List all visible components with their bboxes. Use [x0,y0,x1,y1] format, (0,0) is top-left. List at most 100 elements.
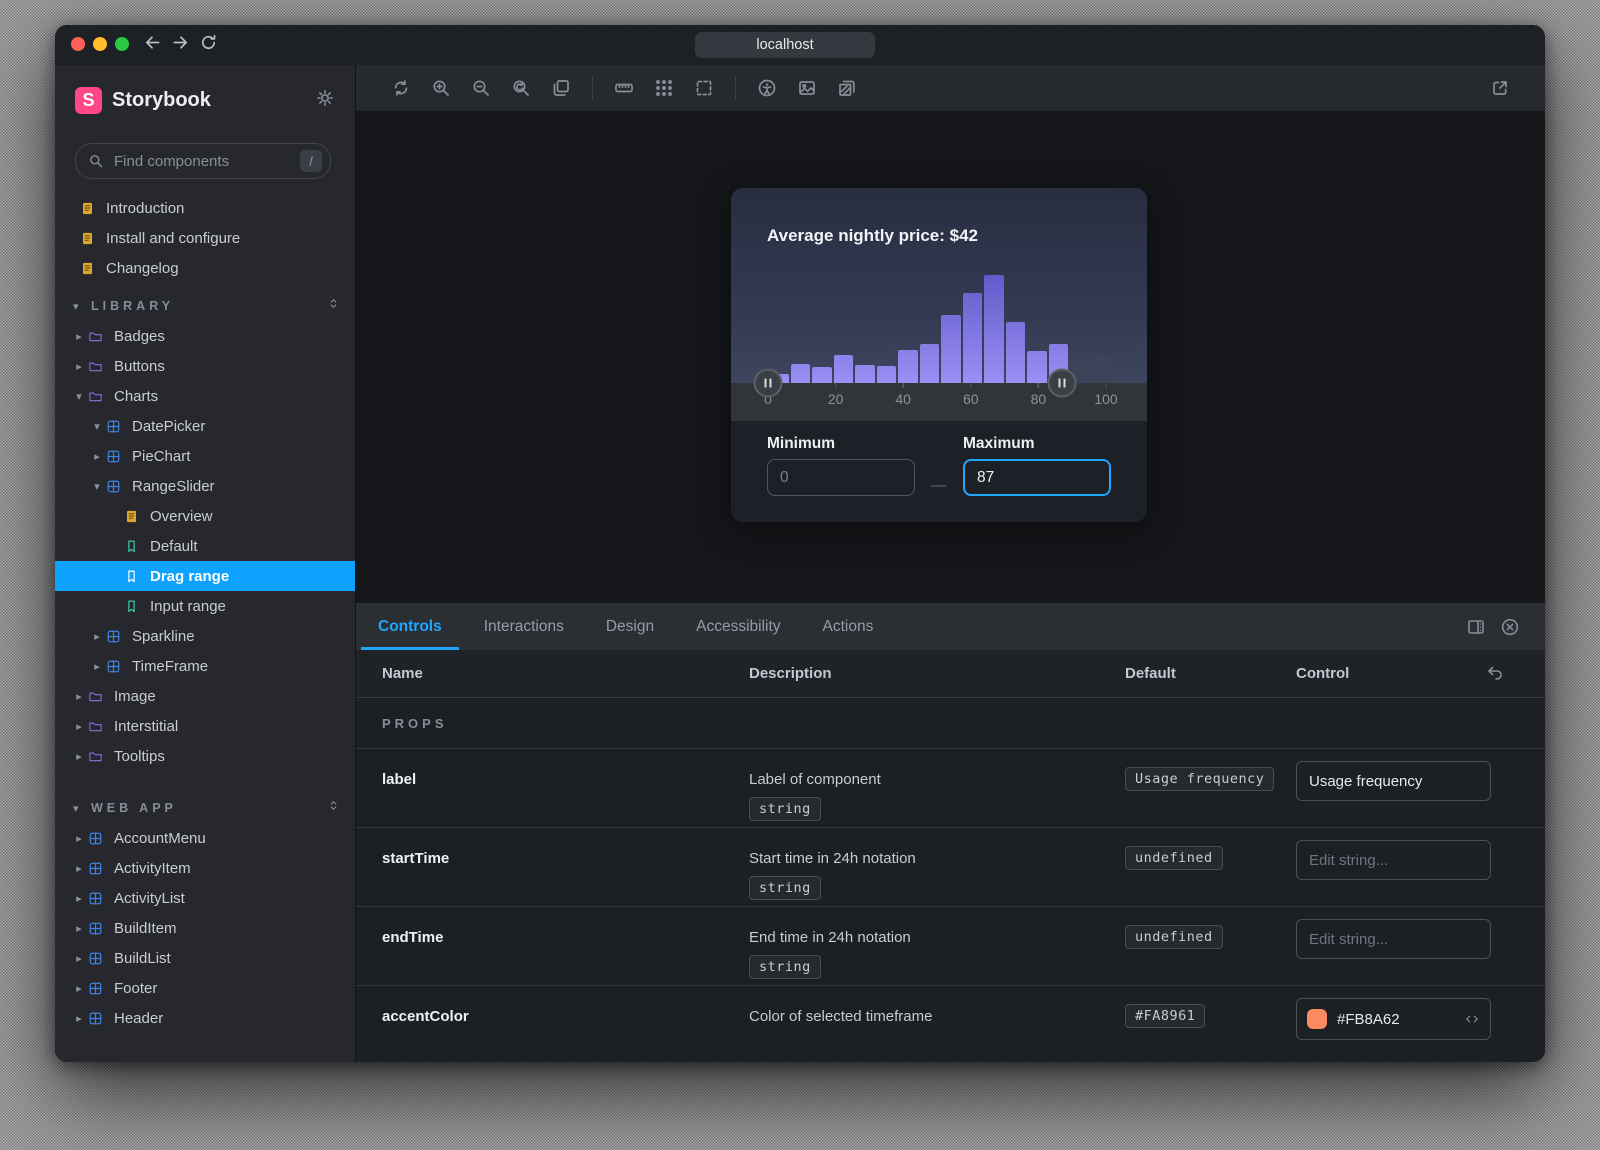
tab-controls[interactable]: Controls [376,603,444,650]
zoom-out-icon[interactable] [464,73,498,103]
prop-default-chip: undefined [1125,846,1223,870]
reload-icon[interactable] [199,33,218,57]
section-library[interactable]: ▾ LIBRARY [55,291,355,321]
accentcolor-control[interactable]: #FB8A62 [1296,998,1491,1040]
sidebar-item-timeframe[interactable]: ▸ TimeFrame [55,651,355,681]
component-icon [103,446,123,466]
sidebar-item-introduction[interactable]: Introduction [55,193,355,223]
storybook-logo: S [75,87,102,114]
slider-handle-min[interactable] [754,369,783,398]
ruler-icon[interactable] [607,73,641,103]
tab-actions[interactable]: Actions [821,603,876,650]
slider-handle-max[interactable] [1048,369,1077,398]
preview-canvas: Average nightly price: $42 020406080100 … [356,111,1545,603]
label-control-input[interactable] [1296,761,1491,801]
grid-icon[interactable] [647,73,681,103]
panel-position-icon[interactable] [1459,612,1493,642]
maximum-input[interactable] [963,459,1111,496]
maximize-window-button[interactable] [115,37,129,51]
sidebar-item-buttons[interactable]: ▸ Buttons [55,351,355,381]
sidebar-item-buildlist[interactable]: ▸ BuildList [55,943,355,973]
sidebar-item-interstitial[interactable]: ▸ Interstitial [55,711,355,741]
back-icon[interactable] [143,33,162,57]
doc-icon [77,198,97,218]
sidebar-item-input-range[interactable]: Input range [55,591,355,621]
tab-accessibility[interactable]: Accessibility [694,603,782,650]
column-control: Control [1296,665,1545,682]
sidebar-item-changelog[interactable]: Changelog [55,253,355,283]
color-hex-value: #FB8A62 [1337,1011,1464,1028]
chevron-right-icon: ▸ [91,660,103,673]
sidebar-item-activitylist[interactable]: ▸ ActivityList [55,883,355,913]
addon-panel: Controls Interactions Design Accessibili… [356,603,1545,1062]
close-panel-icon[interactable] [1493,612,1527,642]
sidebar-item-badges[interactable]: ▸ Badges [55,321,355,351]
doc-icon [121,506,141,526]
browser-chrome: localhost [55,25,1545,65]
histogram-chart: Average nightly price: $42 [731,188,1147,383]
chevron-down-icon: ▾ [73,300,85,313]
component-icon [85,948,105,968]
minimize-window-button[interactable] [93,37,107,51]
accessibility-icon[interactable] [750,73,784,103]
tab-interactions[interactable]: Interactions [482,603,566,650]
open-external-icon[interactable] [1483,73,1517,103]
chevron-right-icon: ▸ [73,360,85,373]
column-description: Description [749,665,1125,682]
remount-icon[interactable] [384,73,418,103]
histogram-bar [834,355,854,383]
range-inputs: Minimum Maximum — [731,421,1147,522]
chevron-right-icon: ▸ [73,1012,85,1025]
sidebar-item-rangeslider[interactable]: ▾ RangeSlider [55,471,355,501]
reset-zoom-icon[interactable] [504,73,538,103]
histogram-bar [791,364,811,383]
sidebar-item-header[interactable]: ▸ Header [55,1003,355,1033]
search-input[interactable] [112,152,300,171]
column-name: Name [382,665,749,682]
starttime-control-input[interactable] [1296,840,1491,880]
prop-type-chip: string [749,876,821,900]
search-icon [88,153,104,169]
chevron-right-icon: ▸ [73,862,85,875]
range-separator: — [931,477,946,494]
stacked-copies-icon[interactable] [544,73,578,103]
sidebar-item-activityitem[interactable]: ▸ ActivityItem [55,853,355,883]
code-icon[interactable] [1464,1011,1480,1027]
close-window-button[interactable] [71,37,85,51]
minimum-input[interactable] [767,459,915,496]
expand-all-icon[interactable] [326,798,341,818]
background-image-icon[interactable] [790,73,824,103]
sidebar-item-datepicker[interactable]: ▾ DatePicker [55,411,355,441]
sidebar-item-tooltips[interactable]: ▸ Tooltips [55,741,355,771]
address-bar[interactable]: localhost [695,32,875,58]
reset-controls-icon[interactable] [1485,663,1505,688]
tab-design[interactable]: Design [604,603,656,650]
sidebar-item-image[interactable]: ▸ Image [55,681,355,711]
sidebar-item-builditem[interactable]: ▸ BuildItem [55,913,355,943]
endtime-control-input[interactable] [1296,919,1491,959]
sidebar-item-charts[interactable]: ▾ Charts [55,381,355,411]
forward-icon[interactable] [171,33,190,57]
sidebar-item-sparkline[interactable]: ▸ Sparkline [55,621,355,651]
section-web-app[interactable]: ▾ WEB APP [55,793,355,823]
outline-icon[interactable] [687,73,721,103]
expand-all-icon[interactable] [326,296,341,316]
sidebar-item-piechart[interactable]: ▸ PieChart [55,441,355,471]
folder-icon [85,686,105,706]
sidebar-item-overview[interactable]: Overview [55,501,355,531]
chevron-right-icon: ▸ [73,720,85,733]
gear-icon[interactable] [315,88,335,113]
layers-icon[interactable] [830,73,864,103]
sidebar-item-install-and-configure[interactable]: Install and configure [55,223,355,253]
sidebar-item-footer[interactable]: ▸ Footer [55,973,355,1003]
color-swatch[interactable] [1307,1009,1327,1029]
chevron-down-icon: ▾ [91,420,103,433]
chevron-right-icon: ▸ [73,690,85,703]
component-icon [85,918,105,938]
zoom-in-icon[interactable] [424,73,458,103]
histogram-bar [812,367,832,383]
sidebar-item-accountmenu[interactable]: ▸ AccountMenu [55,823,355,853]
sidebar-item-default[interactable]: Default [55,531,355,561]
search-box[interactable]: / [75,143,331,179]
sidebar-item-drag-range[interactable]: Drag range [55,561,355,591]
